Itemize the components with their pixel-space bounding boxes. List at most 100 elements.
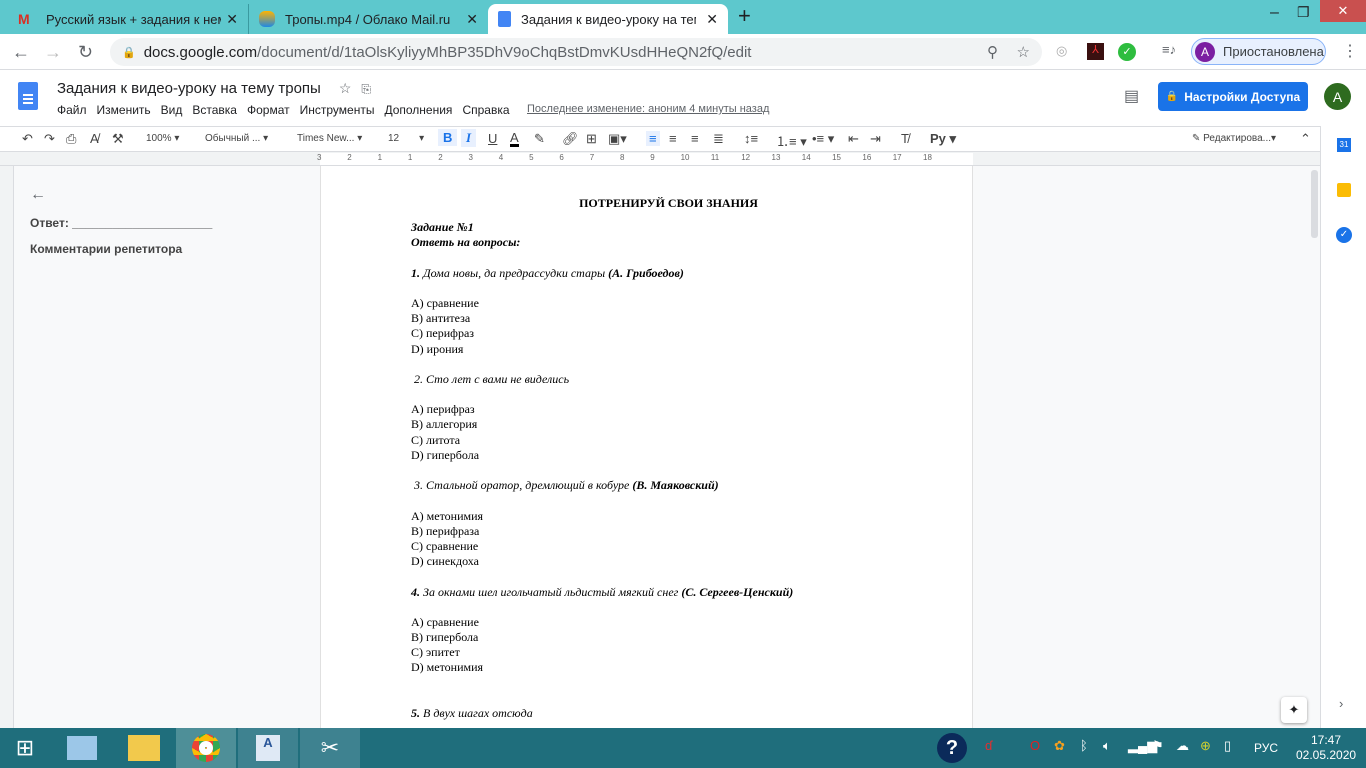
language-indicator[interactable]: РУС (1254, 741, 1278, 755)
close-tab-icon[interactable]: ✕ (226, 11, 238, 28)
text-color-button[interactable]: A (510, 131, 519, 147)
last-edit-link[interactable]: Последнее изменение: аноним 4 минуты наз… (527, 103, 769, 115)
close-outline-icon[interactable]: ← (30, 186, 212, 204)
menu-addons[interactable]: Дополнения (384, 103, 452, 117)
menu-kebab-icon[interactable]: ⋮ (1342, 41, 1358, 61)
start-button[interactable]: ⊞ (0, 728, 50, 768)
forward-icon[interactable]: → (44, 42, 62, 63)
volume-icon[interactable]: 🔈︎ (1103, 738, 1111, 754)
close-window-button[interactable]: ✕ (1320, 0, 1366, 22)
numbered-list-icon[interactable]: ⒈≡ ▾ (776, 131, 807, 150)
new-tab-button[interactable]: + (738, 3, 751, 29)
help-icon[interactable]: ? (937, 733, 967, 763)
flag-icon[interactable]: ⚑ (1152, 738, 1164, 754)
close-tab-icon[interactable]: ✕ (466, 11, 478, 28)
taskbar-control-panel-icon[interactable] (52, 728, 112, 768)
undo-icon[interactable]: ↶ (22, 131, 33, 147)
underline-button[interactable]: U (488, 131, 497, 146)
clock[interactable]: 17:47 02.05.2020 (1296, 733, 1356, 763)
decrease-indent-icon[interactable]: ⇤ (848, 131, 859, 147)
move-folder-icon[interactable]: ⎘ (361, 82, 371, 96)
explore-button[interactable]: ✦ (1281, 697, 1307, 723)
justify-button[interactable]: ≣ (713, 131, 724, 147)
media-icon[interactable]: ≡♪ (1162, 42, 1176, 57)
extension-target-icon[interactable]: ◎ (1056, 43, 1067, 59)
add-comment-icon[interactable]: ⊞ (586, 131, 597, 147)
font-select[interactable]: Times New... ▾ (297, 133, 362, 144)
keep-icon[interactable] (1337, 183, 1351, 197)
document-body[interactable]: ПОТРЕНИРУЙ СВОИ ЗНАНИЯ Задание №1 Ответь … (411, 195, 951, 721)
account-avatar[interactable]: A (1324, 83, 1351, 110)
restore-button[interactable]: ❐ (1297, 4, 1310, 21)
italic-button[interactable]: I (461, 129, 477, 147)
menu-tools[interactable]: Инструменты (300, 103, 375, 117)
align-left-button[interactable]: ≡ (646, 131, 660, 146)
align-right-button[interactable]: ≡ (691, 131, 699, 146)
print-icon[interactable]: ⎙ (66, 131, 76, 147)
pdf-extension-icon[interactable]: ⅄ (1087, 43, 1104, 60)
zoom-select[interactable]: 100% ▾ (146, 133, 179, 144)
tray-plus-icon[interactable]: ⊕ (1200, 738, 1211, 754)
tab-docs[interactable]: Задания к видео-уроку на тему ✕ (488, 4, 728, 34)
align-center-button[interactable]: ≡ (669, 131, 677, 146)
url-input[interactable]: 🔒 docs.google.com/document/d/1taOlsKyliy… (110, 38, 1042, 66)
comments-icon[interactable]: ▤ (1124, 86, 1139, 106)
tab-gmail[interactable]: M Русский язык + задания к нему ✕ (8, 4, 248, 34)
close-tab-icon[interactable]: ✕ (706, 11, 718, 28)
share-button[interactable]: 🔒 Настройки Доступа (1158, 82, 1308, 111)
menu-edit[interactable]: Изменить (97, 103, 151, 117)
document-scrollbar[interactable] (1311, 170, 1318, 238)
taskbar-snipping-icon[interactable]: ✂ (300, 728, 360, 768)
bold-button[interactable]: B (438, 129, 458, 146)
link-icon[interactable]: 🔗︎ (562, 131, 579, 147)
tasks-icon[interactable]: ✓ (1336, 227, 1352, 243)
star-icon[interactable]: ☆ (339, 80, 352, 96)
document-title[interactable]: Задания к видео-уроку на тему тропы ☆ ⎘ (57, 80, 371, 97)
taskbar-wordpad-icon[interactable]: A (238, 728, 298, 768)
menu-help[interactable]: Справка (462, 103, 509, 117)
zoom-icon[interactable]: ⚲ (987, 43, 998, 61)
collapse-menu-icon[interactable]: ⌃ (1300, 131, 1311, 147)
redo-icon[interactable]: ↷ (44, 131, 55, 147)
docs-logo-icon[interactable] (18, 82, 38, 110)
tab-mail-cloud[interactable]: Тропы.mp4 / Облако Mail.ru ✕ (248, 4, 488, 34)
line-spacing-icon[interactable]: ↕≡ (744, 131, 758, 146)
outline-item-answer[interactable]: Ответ: _____________________ (30, 216, 212, 230)
insert-image-icon[interactable]: ▣▾ (608, 131, 627, 147)
bluetooth-icon[interactable]: ᛒ (1080, 738, 1088, 753)
menu-view[interactable]: Вид (161, 103, 183, 117)
menu-insert[interactable]: Вставка (192, 103, 237, 117)
tray-app-icon[interactable]: ɗ (985, 738, 992, 753)
editing-mode-select[interactable]: ✎ Редактирова...▾ (1192, 133, 1276, 144)
document-line: В) аллегория (411, 417, 951, 432)
reload-icon[interactable]: ↻ (78, 42, 93, 63)
spellcheck-icon[interactable]: A̸ (90, 131, 99, 146)
highlight-icon[interactable]: ✎ (534, 131, 545, 147)
clear-formatting-icon[interactable]: T̸ (901, 131, 909, 146)
check-extension-icon[interactable]: ✓ (1118, 43, 1136, 61)
tray-flower-icon[interactable]: ✿ (1054, 738, 1065, 754)
calendar-icon[interactable]: 31 (1337, 138, 1351, 152)
outline-item-comments[interactable]: Комментарии репетитора (30, 242, 212, 256)
document-line: А) сравнение (411, 296, 951, 311)
paint-format-icon[interactable]: ⚒ (112, 131, 124, 147)
profile-button[interactable]: A Приостановлена (1191, 38, 1326, 65)
input-tools-icon[interactable]: Py ▾ (930, 131, 956, 147)
taskbar-explorer-icon[interactable] (114, 728, 174, 768)
menu-format[interactable]: Формат (247, 103, 290, 117)
horizontal-ruler[interactable]: 3 2 1 1 2 3 4 5 6 7 8 9 10 11 12 13 14 15 16 17 18 (0, 152, 1320, 166)
expand-panel-icon[interactable]: › (1339, 696, 1343, 711)
style-select[interactable]: Обычный ... ▾ (205, 133, 268, 144)
vertical-ruler[interactable] (0, 166, 14, 728)
bookmark-star-icon[interactable]: ☆ (1017, 43, 1030, 61)
bulleted-list-icon[interactable]: •≡ ▾ (812, 131, 834, 147)
taskbar-chrome-icon[interactable] (176, 728, 236, 768)
font-size-select[interactable]: 12 ▾ (388, 133, 424, 144)
battery-icon[interactable]: ▯ (1224, 738, 1231, 754)
opera-icon[interactable]: O (1030, 738, 1040, 753)
increase-indent-icon[interactable]: ⇥ (870, 131, 881, 147)
menu-file[interactable]: Файл (57, 103, 87, 117)
network-icon[interactable]: ☁ (1176, 738, 1189, 754)
minimize-button[interactable]: – (1270, 4, 1279, 22)
back-icon[interactable]: ← (12, 42, 30, 63)
